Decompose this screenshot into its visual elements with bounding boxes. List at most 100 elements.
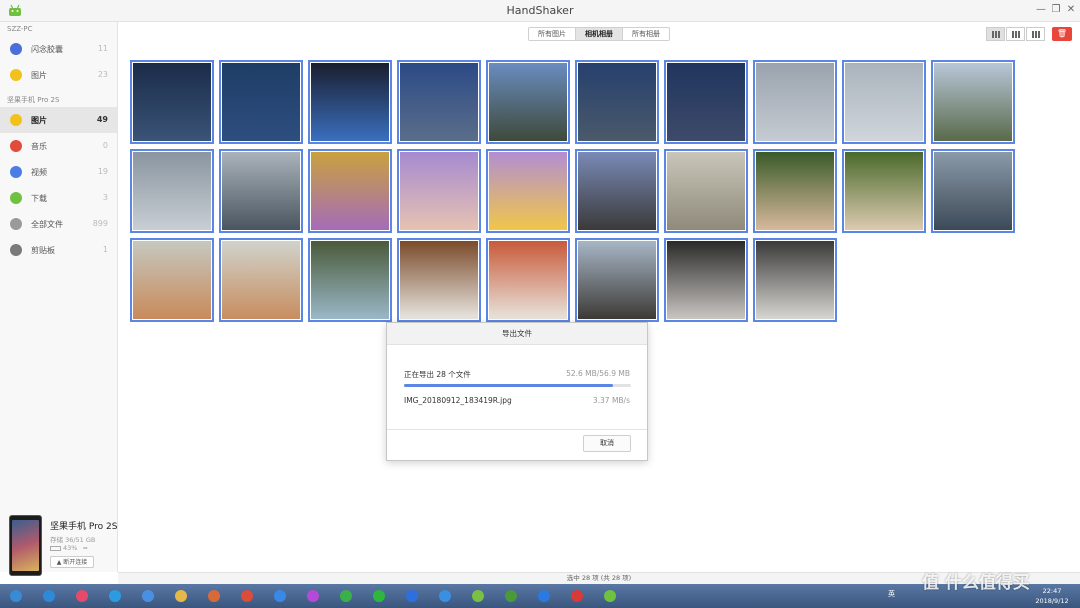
sidebar-item-pc-1[interactable]: 图片 23: [0, 62, 117, 88]
photo-thumbnail[interactable]: [842, 60, 926, 144]
battery-status: 43% ≈: [50, 544, 88, 552]
dialog-footer-divider: [387, 429, 647, 430]
photo-thumbnail[interactable]: [753, 149, 837, 233]
photo-thumbnail[interactable]: [397, 238, 481, 322]
sidebar-item-label: 图片: [31, 116, 47, 125]
clock-date: 2018/9/12: [1035, 597, 1069, 605]
photo-thumbnail[interactable]: [753, 238, 837, 322]
sidebar-item-label: 下载: [31, 194, 47, 203]
sidebar-item-label: 剪贴板: [31, 246, 55, 255]
sidebar-item-pc-0[interactable]: 闪念胶囊 11: [0, 36, 117, 62]
grid-view-button[interactable]: [986, 27, 1005, 41]
photo-image: [133, 63, 211, 141]
sidebar-item-label: 音乐: [31, 142, 47, 151]
color-wheel-icon[interactable]: [303, 586, 323, 606]
photo-thumbnail[interactable]: [664, 60, 748, 144]
iqiyi-icon[interactable]: [369, 586, 389, 606]
chrome-icon[interactable]: [237, 586, 257, 606]
photo-image: [845, 152, 923, 230]
list-view-button[interactable]: [1026, 27, 1045, 41]
photo-thumbnail[interactable]: [486, 238, 570, 322]
sidebar-item-phone-1[interactable]: 音乐 0: [0, 133, 117, 159]
start-icon[interactable]: [6, 586, 26, 606]
photo-thumbnail[interactable]: [664, 238, 748, 322]
photo-thumbnail[interactable]: [931, 149, 1015, 233]
tab-1[interactable]: 相机相册: [576, 28, 623, 40]
player-icon[interactable]: [270, 586, 290, 606]
sidebar-item-count: 3: [102, 193, 108, 202]
paw-icon[interactable]: [501, 586, 521, 606]
photo-image: [222, 152, 300, 230]
delete-button[interactable]: 🗑: [1052, 27, 1072, 41]
photo-image: [578, 63, 656, 141]
close-button[interactable]: ✕: [1064, 3, 1078, 17]
maximize-button[interactable]: ❐: [1049, 3, 1063, 17]
sidebar: SZZ-PC 闪念胶囊 11 图片 23 坚果手机 Pro 2S 图片 49 音乐 0 视频 1…: [0, 22, 118, 576]
minimize-button[interactable]: —: [1034, 3, 1048, 17]
sidebar-item-label: 视频: [31, 168, 47, 177]
photo-thumbnail[interactable]: [308, 60, 392, 144]
photo-thumbnail[interactable]: [397, 149, 481, 233]
battery-icon: [50, 545, 61, 551]
media-icon[interactable]: [204, 586, 224, 606]
photo-thumbnail[interactable]: [308, 149, 392, 233]
ie-alt-icon[interactable]: [105, 586, 125, 606]
photo-thumbnail[interactable]: [575, 149, 659, 233]
photo-thumbnail[interactable]: [130, 238, 214, 322]
photo-thumbnail[interactable]: [397, 60, 481, 144]
photo-image: [578, 152, 656, 230]
trash-icon: 🗑: [1056, 29, 1068, 38]
device-storage: 存储 36/51 GB: [50, 536, 96, 544]
photo-image: [311, 241, 389, 319]
sidebar-item-phone-2[interactable]: 视频 19: [0, 159, 117, 185]
sidebar-item-phone-4[interactable]: 全部文件 899: [0, 211, 117, 237]
transfer-speed: 3.37 MB/s: [592, 396, 630, 405]
photo-thumbnail[interactable]: [219, 238, 303, 322]
cancel-button[interactable]: 取消: [583, 435, 631, 452]
sidebar-item-count: 49: [96, 115, 108, 124]
timeline-view-icon: [1012, 31, 1020, 38]
photo-image: [578, 241, 656, 319]
folder-icon[interactable]: [171, 586, 191, 606]
photo-thumbnail[interactable]: [575, 238, 659, 322]
photo-thumbnail[interactable]: [842, 149, 926, 233]
photo-thumbnail[interactable]: [753, 60, 837, 144]
system-clock[interactable]: 22:47 2018/9/12: [1030, 586, 1074, 606]
sidebar-item-count: 899: [92, 219, 108, 228]
timeline-view-button[interactable]: [1006, 27, 1025, 41]
colorful-app-icon[interactable]: [72, 586, 92, 606]
photo-thumbnail[interactable]: [130, 60, 214, 144]
photo-thumbnail[interactable]: [575, 60, 659, 144]
photo-thumbnail[interactable]: [664, 149, 748, 233]
all-files-icon: [10, 218, 22, 230]
tab-0[interactable]: 所有图片: [529, 28, 576, 40]
photo-thumbnail[interactable]: [486, 60, 570, 144]
baidu-icon[interactable]: [402, 586, 422, 606]
wps-icon[interactable]: [534, 586, 554, 606]
photo-thumbnail[interactable]: [308, 238, 392, 322]
sidebar-item-phone-0[interactable]: 图片 49: [0, 107, 117, 133]
photo-image: [667, 241, 745, 319]
photo-image: [400, 241, 478, 319]
bird-icon[interactable]: [435, 586, 455, 606]
flag-icon[interactable]: [567, 586, 587, 606]
tab-2[interactable]: 所有相册: [623, 28, 669, 40]
photo-thumbnail[interactable]: [486, 149, 570, 233]
handshaker-icon[interactable]: [600, 586, 620, 606]
edge-icon[interactable]: [138, 586, 158, 606]
browser-icon[interactable]: [468, 586, 488, 606]
input-method-indicator[interactable]: 英: [888, 589, 895, 599]
photo-thumbnail[interactable]: [130, 149, 214, 233]
windows-taskbar: 英 22:47 2018/9/12: [0, 584, 1080, 608]
sidebar-item-count: 11: [97, 44, 108, 53]
sidebar-item-phone-3[interactable]: 下载 3: [0, 185, 117, 211]
green-app-icon[interactable]: [336, 586, 356, 606]
photo-thumbnail[interactable]: [219, 60, 303, 144]
ie-icon[interactable]: [39, 586, 59, 606]
photo-thumbnail[interactable]: [931, 60, 1015, 144]
sidebar-item-count: 0: [102, 141, 108, 150]
sidebar-item-phone-5[interactable]: 剪贴板 1: [0, 237, 117, 263]
photo-thumbnail[interactable]: [219, 149, 303, 233]
photo-image: [489, 152, 567, 230]
disconnect-button[interactable]: ▲ 断开连接: [50, 556, 94, 568]
